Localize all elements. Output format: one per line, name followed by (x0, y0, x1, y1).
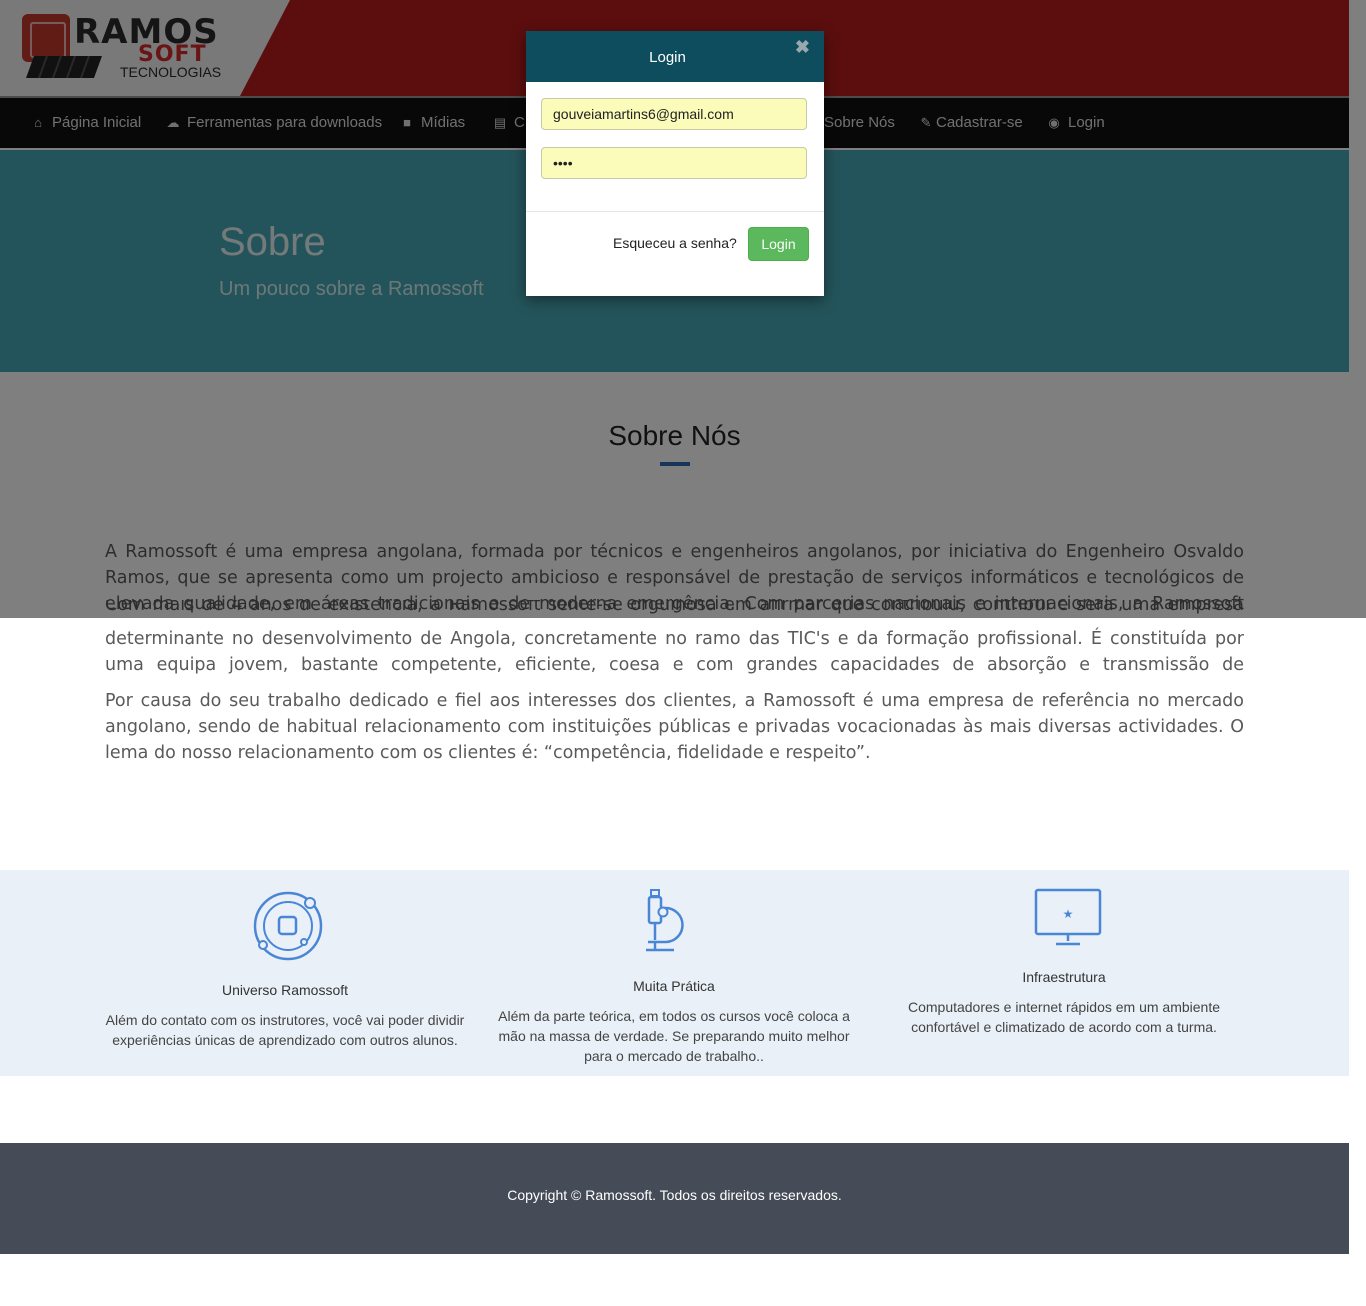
features-section: Universo Ramossoft Além do contato com o… (0, 870, 1349, 1076)
feature-description: Computadores e internet rápidos em um am… (907, 999, 1221, 1035)
email-field[interactable] (541, 98, 807, 130)
close-icon[interactable]: ✖ (795, 37, 810, 58)
feature-card: Muita Prática Além da parte teórica, em … (484, 870, 864, 1076)
orbit-icon (253, 891, 323, 961)
login-modal: Login ✖ Esqueceu a senha? Login (526, 31, 824, 296)
microscope-icon (646, 889, 684, 952)
feature-title: Universo Ramossoft (221, 982, 349, 998)
feature-title: Muita Prática (633, 978, 715, 994)
login-button[interactable]: Login (748, 227, 809, 261)
modal-divider (526, 211, 824, 212)
copyright-text: Copyright © Ramossoft. Todos os direitos… (507, 1187, 842, 1203)
password-field[interactable] (541, 147, 807, 179)
feature-card: Universo Ramossoft Além do contato com o… (95, 870, 475, 1076)
modal-title: Login (649, 49, 686, 66)
forgot-password-link[interactable]: Esqueceu a senha? (613, 235, 737, 251)
svg-text:★: ★ (1063, 907, 1074, 921)
modal-header: Login ✖ (526, 31, 824, 82)
about-paragraph-2: Por causa do seu trabalho dedicado e fie… (105, 691, 1244, 763)
feature-card: ★ Infraestrutura Computadores e internet… (874, 870, 1254, 1076)
monitor-icon: ★ (1034, 888, 1102, 946)
feature-title: Infraestrutura (1022, 969, 1106, 985)
about-paragraph-continued: Com mais de 4 anos de existência, a Ramo… (105, 626, 1244, 678)
site-footer: Copyright © Ramossoft. Todos os direitos… (0, 1143, 1349, 1254)
feature-description: Além da parte teórica, em todos os curso… (498, 1008, 850, 1064)
paragraph-lines: Com mais de 4 anos de existência, a Ramo… (105, 626, 1244, 678)
feature-description: Além do contato com os instrutores, você… (105, 1012, 465, 1048)
paragraph-lines-text: Com mais de 4 anos de existência, a Ramo… (105, 629, 1244, 675)
